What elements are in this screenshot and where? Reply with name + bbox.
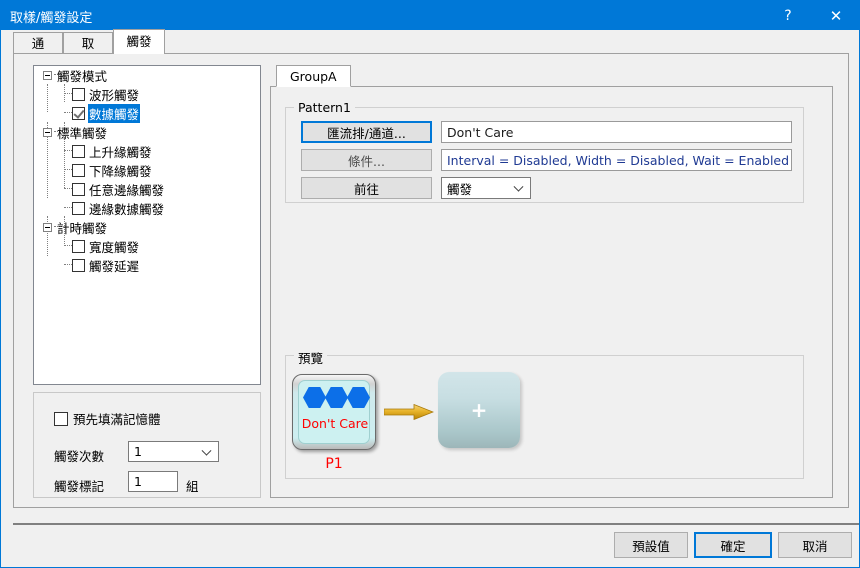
tab-sampling[interactable]: 取樣 bbox=[63, 32, 113, 68]
checkbox-icon[interactable] bbox=[54, 411, 68, 426]
tab-channel[interactable]: 通道 bbox=[13, 32, 63, 68]
checkbox-icon[interactable] bbox=[72, 106, 85, 120]
tree-node-label: 計時觸發 bbox=[57, 220, 108, 236]
footer-separator bbox=[13, 523, 859, 525]
collapse-icon[interactable] bbox=[43, 222, 52, 232]
tree-node-label: 觸發模式 bbox=[57, 68, 108, 84]
tree-connector bbox=[64, 207, 72, 208]
help-icon[interactable]: ? bbox=[765, 1, 811, 30]
condition-button[interactable]: 條件... bbox=[301, 149, 432, 171]
trigger-count-label: 觸發次數 bbox=[54, 449, 105, 464]
tab-groupa[interactable]: GroupA bbox=[276, 65, 351, 87]
tree-item-any-edge-trigger[interactable]: 任意邊緣觸發 bbox=[72, 180, 165, 198]
tree-connector bbox=[64, 150, 72, 151]
checkbox-icon[interactable] bbox=[72, 258, 85, 272]
preview-title: 預覽 bbox=[294, 348, 328, 367]
title-bar: 取樣/觸發設定 ? ✕ bbox=[1, 1, 859, 30]
condition-value[interactable]: Interval = Disabled, Width = Disabled, W… bbox=[441, 149, 792, 171]
tree-group-timing-trigger[interactable]: 計時觸發 bbox=[43, 218, 108, 236]
checkbox-icon[interactable] bbox=[72, 144, 85, 158]
trigger-mode-tree[interactable]: 觸發模式 波形觸發 數據觸發 標準觸發 上升緣觸發 下降緣觸發 任意邊緣觸發 邊… bbox=[33, 65, 261, 385]
hexagon-icon bbox=[325, 387, 348, 408]
checkbox-icon[interactable] bbox=[72, 201, 85, 215]
trigger-mark-value: 1 bbox=[134, 474, 142, 489]
tree-spine bbox=[47, 84, 48, 112]
checkbox-icon[interactable] bbox=[72, 87, 85, 101]
goto-target-value: 觸發 bbox=[447, 181, 473, 197]
dialog-window: 取樣/觸發設定 ? ✕ 通道 取樣 觸發 bbox=[0, 0, 860, 568]
preview-pattern-label: P1 bbox=[325, 456, 343, 472]
group-body: Pattern1 匯流排/通道... Don't Care 條件... Inte… bbox=[270, 86, 833, 498]
tree-item-edge-data-trigger[interactable]: 邊緣數據觸發 bbox=[72, 199, 165, 217]
hexagon-icon bbox=[303, 387, 326, 408]
arrow-right-icon bbox=[383, 403, 435, 421]
preview-groupbox: 預覽 Don't Care P1 + bbox=[285, 348, 804, 479]
tree-item-falling-edge-trigger[interactable]: 下降緣觸發 bbox=[72, 161, 153, 179]
chevron-down-icon bbox=[513, 181, 524, 192]
tree-node-label: 邊緣數據觸發 bbox=[89, 201, 165, 217]
tree-connector bbox=[64, 188, 72, 189]
bus-channel-value[interactable]: Don't Care bbox=[441, 121, 792, 143]
group-panel: GroupA Pattern1 匯流排/通道... Don't Care 條件.… bbox=[270, 65, 833, 498]
collapse-icon[interactable] bbox=[43, 70, 52, 80]
collapse-icon[interactable] bbox=[43, 127, 52, 137]
tree-node-label: 寬度觸發 bbox=[89, 239, 140, 255]
checkbox-icon[interactable] bbox=[72, 163, 85, 177]
tree-node-label: 任意邊緣觸發 bbox=[89, 182, 165, 198]
trigger-count-value: 1 bbox=[134, 444, 142, 459]
ok-button[interactable]: 確定 bbox=[694, 532, 772, 558]
tree-item-trigger-delay[interactable]: 觸發延遲 bbox=[72, 256, 140, 274]
checkbox-icon[interactable] bbox=[72, 239, 85, 253]
tree-group-standard-trigger[interactable]: 標準觸發 bbox=[43, 123, 108, 141]
tree-node-label: 標準觸發 bbox=[57, 125, 108, 141]
trigger-count-dropdown[interactable]: 1 bbox=[128, 441, 219, 462]
defaults-button[interactable]: 預設值 bbox=[614, 532, 688, 558]
goto-target-dropdown[interactable]: 觸發 bbox=[441, 177, 531, 199]
group-tabs: GroupA bbox=[270, 65, 833, 87]
tree-node-label: 觸發延遲 bbox=[89, 258, 140, 274]
main-tabs: 通道 取樣 觸發 bbox=[13, 29, 849, 68]
chevron-down-icon bbox=[201, 445, 212, 456]
plus-icon: + bbox=[470, 398, 488, 422]
tab-trigger[interactable]: 觸發 bbox=[113, 29, 165, 54]
preview-pattern-block[interactable]: Don't Care bbox=[292, 374, 376, 450]
close-icon[interactable]: ✕ bbox=[813, 1, 859, 30]
tree-connector bbox=[64, 93, 72, 94]
preview-pattern-text: Don't Care bbox=[301, 416, 369, 431]
tree-connector bbox=[64, 245, 72, 246]
tree-item-waveform-trigger[interactable]: 波形觸發 bbox=[72, 85, 140, 103]
tree-item-data-trigger[interactable]: 數據觸發 bbox=[72, 103, 141, 123]
trigger-page: 觸發模式 波形觸發 數據觸發 標準觸發 上升緣觸發 下降緣觸發 任意邊緣觸發 邊… bbox=[13, 53, 849, 508]
preview-add-block[interactable]: + bbox=[438, 372, 520, 448]
tree-node-label: 波形觸發 bbox=[89, 87, 140, 103]
pattern1-title: Pattern1 bbox=[294, 100, 355, 115]
tree-node-label: 上升緣觸發 bbox=[89, 144, 152, 160]
trigger-mark-unit: 組 bbox=[186, 479, 199, 494]
tree-item-width-trigger[interactable]: 寬度觸發 bbox=[72, 237, 140, 255]
goto-button[interactable]: 前往 bbox=[301, 177, 432, 199]
checkbox-icon[interactable] bbox=[72, 182, 85, 196]
tree-node-label: 下降緣觸發 bbox=[89, 163, 152, 179]
cancel-button[interactable]: 取消 bbox=[778, 532, 852, 558]
window-title: 取樣/觸發設定 bbox=[10, 11, 93, 26]
hexagon-icon bbox=[347, 387, 370, 408]
tree-node-label: 數據觸發 bbox=[88, 103, 141, 123]
prefill-memory-checkbox[interactable]: 預先填滿記憶體 bbox=[54, 409, 161, 428]
trigger-mark-label: 觸發標記 bbox=[54, 479, 105, 494]
tree-item-rising-edge-trigger[interactable]: 上升緣觸發 bbox=[72, 142, 153, 160]
preview-pattern-inner: Don't Care bbox=[298, 380, 370, 444]
bus-channel-button[interactable]: 匯流排/通道... bbox=[301, 121, 432, 143]
preview-hex-row bbox=[303, 387, 370, 408]
prefill-memory-label: 預先填滿記憶體 bbox=[73, 412, 161, 427]
pattern1-groupbox: Pattern1 匯流排/通道... Don't Care 條件... Inte… bbox=[285, 100, 804, 203]
tree-connector bbox=[64, 264, 72, 265]
trigger-mark-input[interactable]: 1 bbox=[128, 471, 178, 492]
trigger-options-panel: 預先填滿記憶體 觸發次數 1 觸發標記 1 組 bbox=[33, 392, 261, 498]
tree-connector bbox=[64, 112, 72, 113]
tree-group-trigger-mode[interactable]: 觸發模式 bbox=[43, 66, 108, 84]
tree-connector bbox=[64, 169, 72, 170]
